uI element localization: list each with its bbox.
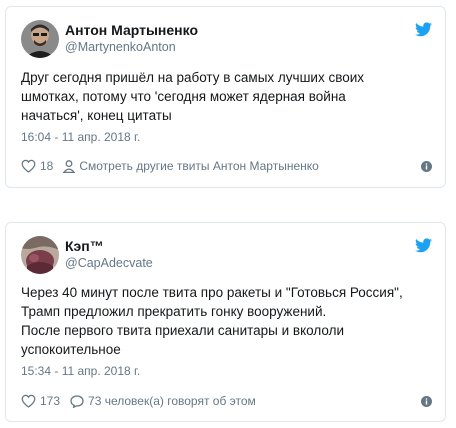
author-name[interactable]: Антон Мартыненко [65, 22, 198, 38]
tweet-text: Друг сегодня пришёл на работу в самых лу… [21, 68, 436, 125]
tweet-text-line: Через 40 минут после твита про ракеты и … [21, 285, 403, 300]
tweet-timestamp[interactable]: 16:04 - 11 апр. 2018 г. [21, 130, 140, 144]
tweet-text-line: Друг сегодня пришёл на работу в самых лу… [21, 70, 365, 85]
tweet-text-line: успокоительное [21, 342, 121, 357]
author-handle[interactable]: @MartynenkoAnton [65, 40, 176, 54]
more-tweets-link[interactable]: Смотреть другие твиты Антон Мартыненко [79, 159, 318, 173]
twitter-bird-icon[interactable] [415, 22, 432, 37]
author-name[interactable]: Кэп™ [65, 238, 104, 254]
heart-icon[interactable] [21, 394, 36, 408]
tweet-card: Антон Мартыненко @MartynenkoAnton Друг с… [5, 6, 446, 188]
tweet-card: Кэп™ @CapAdecvate Через 40 минут после т… [5, 222, 446, 422]
tweet-text-line: шмотках, потому что 'сегодня может ядерн… [21, 89, 346, 104]
person-icon [63, 159, 76, 173]
tweet-text-line: Трамп предложил прекратить гонку вооруже… [21, 304, 327, 319]
tweet-timestamp[interactable]: 15:34 - 11 апр. 2018 г. [21, 364, 140, 378]
comment-bubble-icon [70, 394, 84, 408]
info-icon[interactable] [421, 161, 432, 172]
tweet-text: Через 40 минут после твита про ракеты и … [21, 283, 436, 359]
like-count[interactable]: 173 [40, 394, 60, 408]
like-count[interactable]: 18 [40, 159, 53, 173]
avatar[interactable] [21, 236, 59, 274]
twitter-bird-icon[interactable] [415, 238, 432, 253]
info-icon[interactable] [421, 396, 432, 407]
author-handle[interactable]: @CapAdecvate [65, 256, 153, 270]
tweets-screenshot: Антон Мартыненко @MartynenkoAnton Друг с… [0, 0, 456, 428]
tweet-actions: 18 Смотреть другие твиты Антон Мартыненк… [21, 157, 319, 175]
tweet-text-line: начаться', конец цитаты [21, 108, 172, 123]
avatar[interactable] [21, 20, 59, 58]
conversation-link[interactable]: 73 человек(а) говорят об этом [88, 394, 256, 408]
tweet-actions: 173 73 человек(а) говорят об этом [21, 392, 256, 410]
tweet-text-line: После первого твита приехали санитары и … [21, 323, 345, 338]
heart-icon[interactable] [21, 159, 36, 173]
